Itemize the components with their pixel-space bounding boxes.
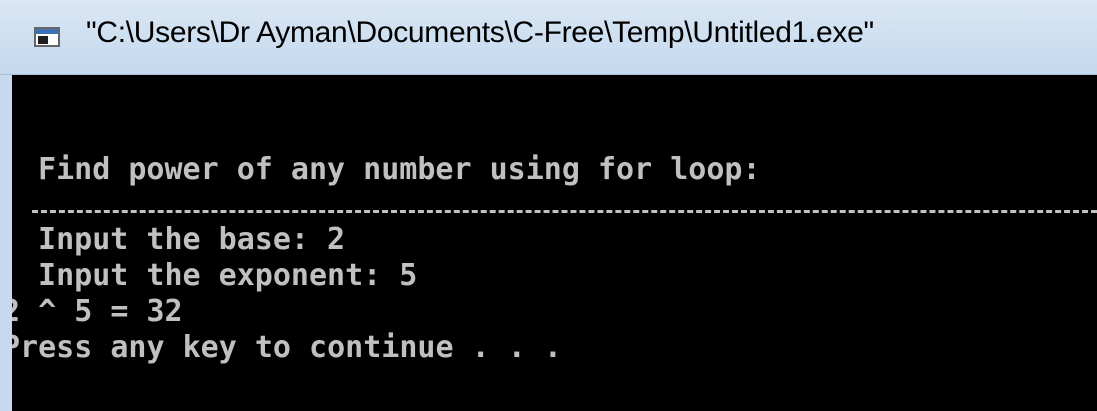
- title-bar[interactable]: "C:\Users\Dr Ayman\Documents\C-Free\Temp…: [0, 0, 1097, 75]
- console-heading-line: Find power of any number using for loop:: [20, 152, 761, 187]
- console-output-area[interactable]: Find power of any number using for loop:…: [12, 75, 1097, 411]
- console-input-exponent-line: Input the exponent: 5: [20, 258, 418, 293]
- console-press-key-line: Press any key to continue . . .: [12, 330, 562, 365]
- console-input-base-line: Input the base: 2: [20, 222, 346, 257]
- console-dashed-separator: [32, 210, 1097, 213]
- console-result-line: 2 ^ 5 = 32: [12, 294, 183, 329]
- console-window: "C:\Users\Dr Ayman\Documents\C-Free\Temp…: [0, 0, 1097, 411]
- window-title: "C:\Users\Dr Ayman\Documents\C-Free\Temp…: [86, 16, 874, 49]
- window-frame-left: [0, 75, 12, 411]
- console-app-icon[interactable]: [34, 27, 60, 47]
